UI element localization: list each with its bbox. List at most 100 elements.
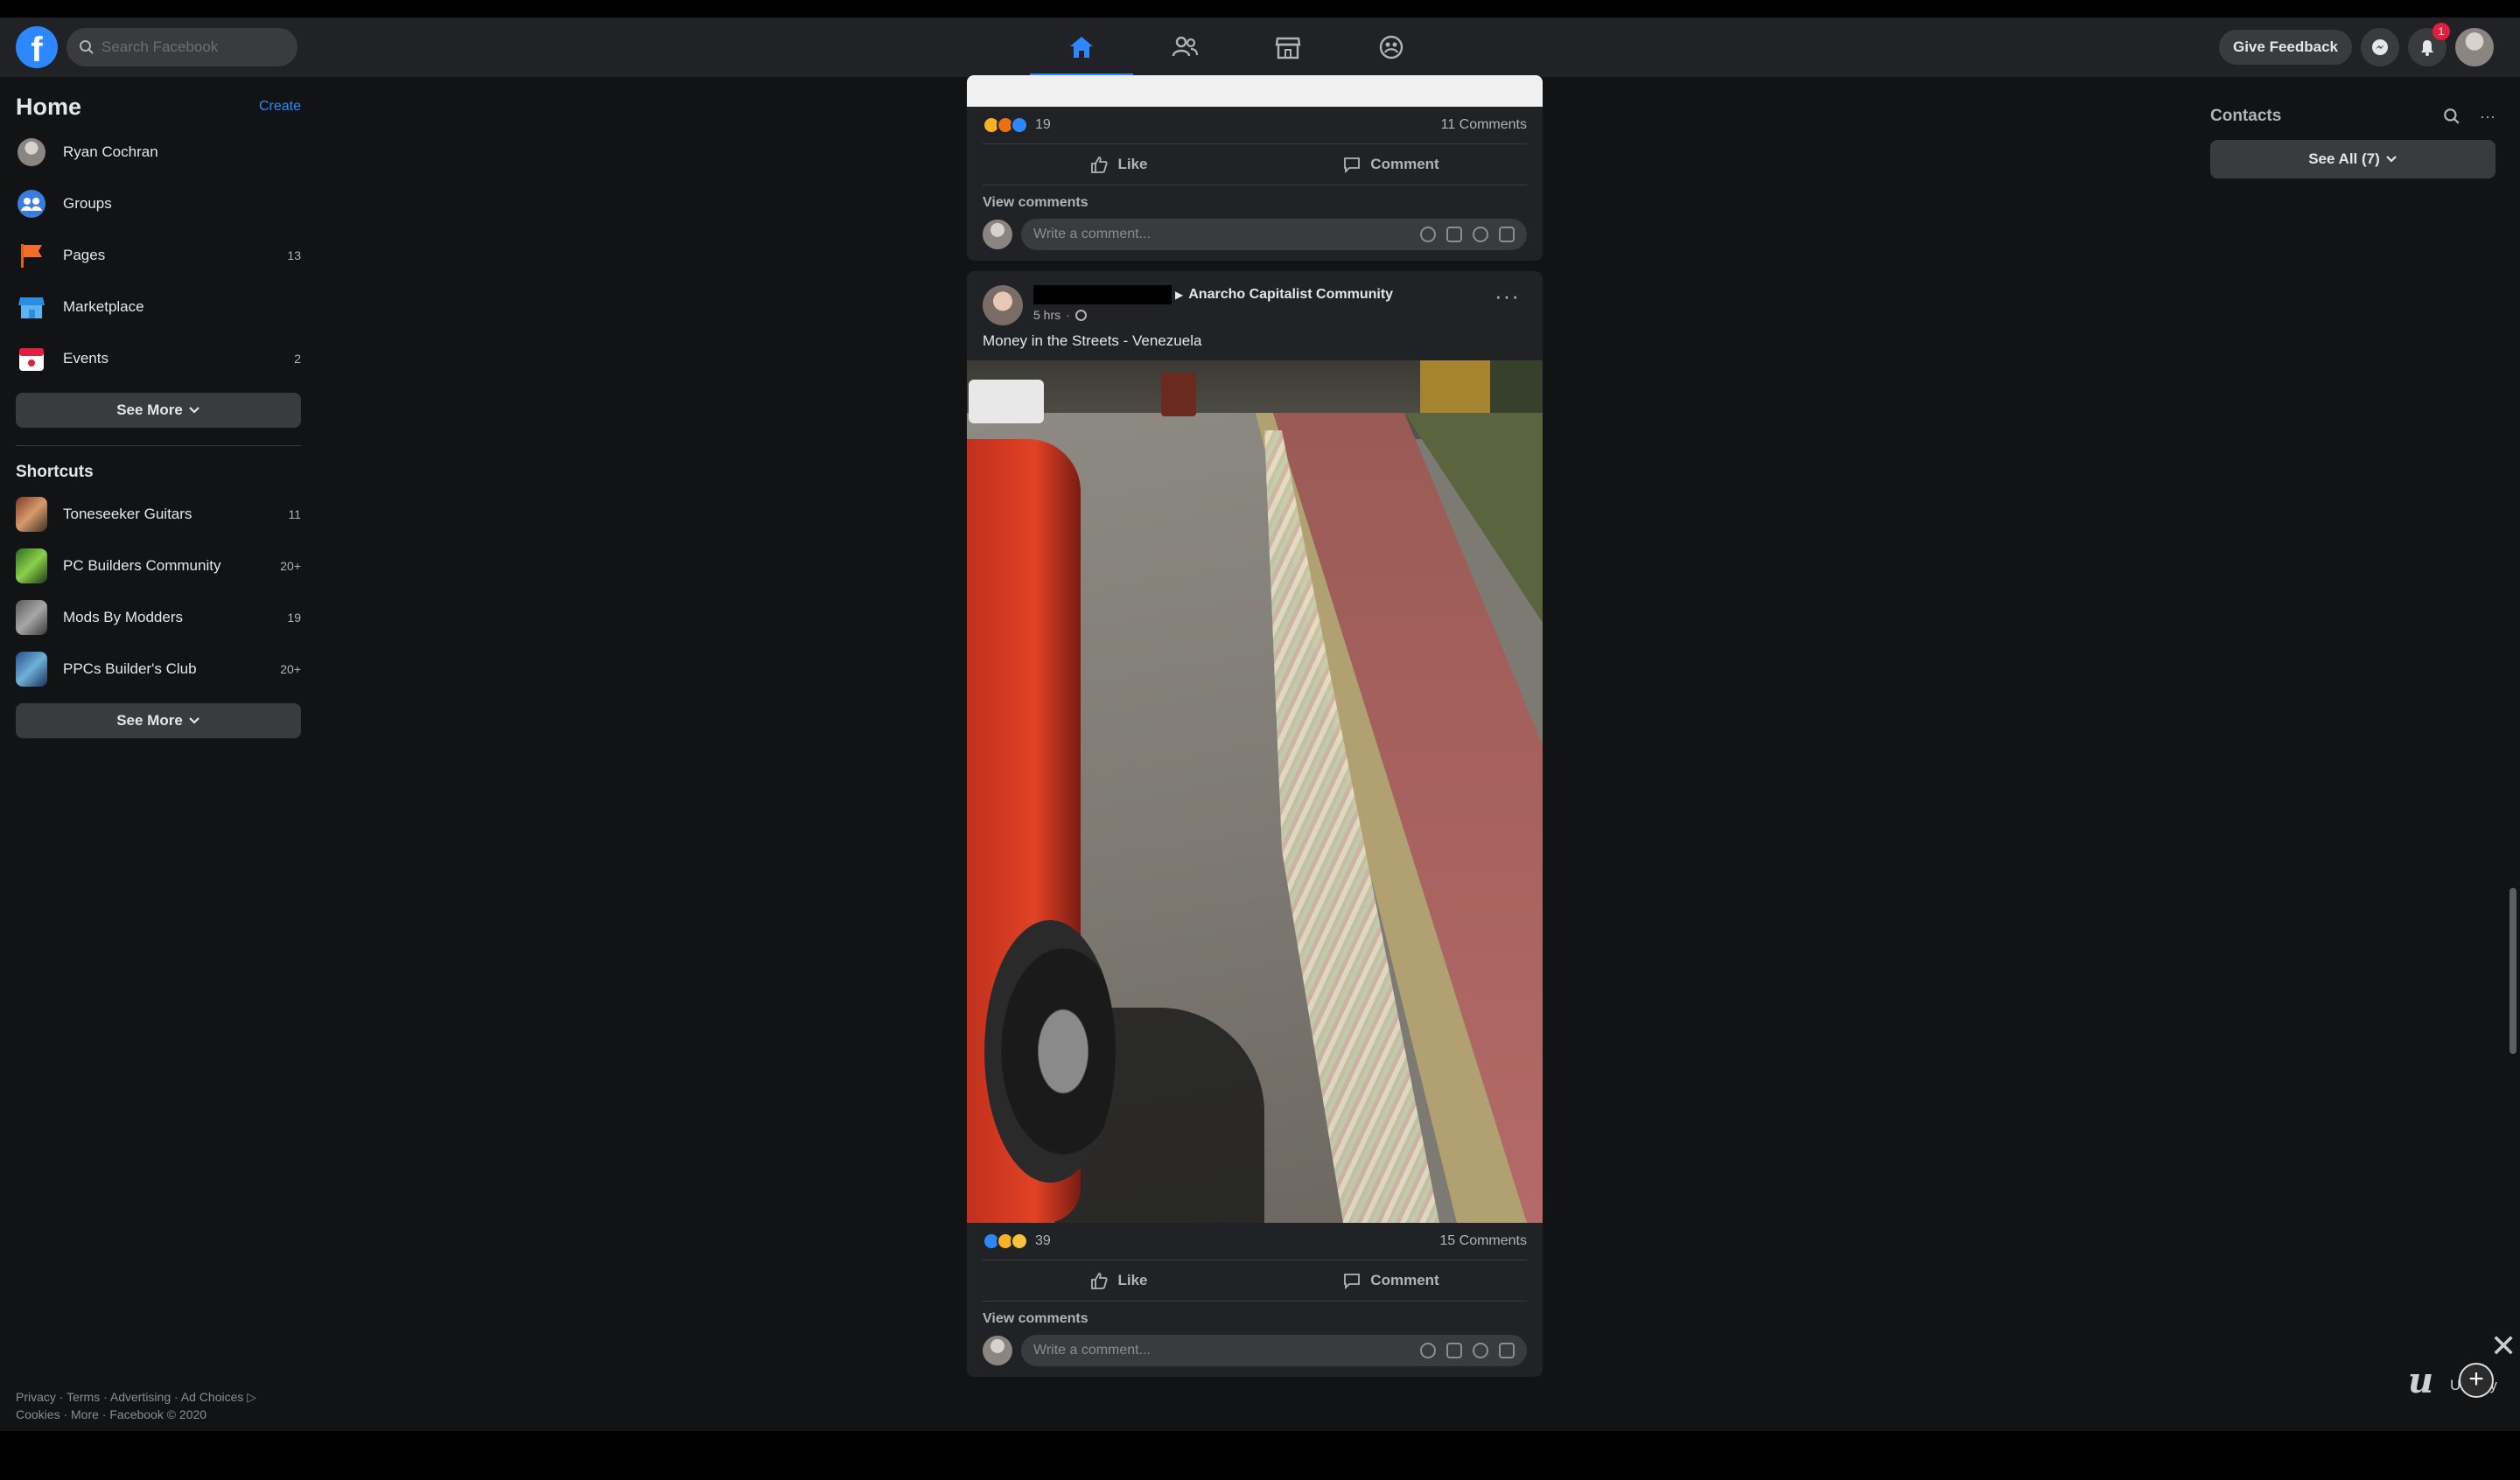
author-avatar[interactable] [983,285,1023,325]
search-icon[interactable] [2443,108,2460,125]
post-meta: ▶ Anarcho Capitalist Community 5 hrs · [1033,285,1527,322]
gif-icon[interactable] [1473,1343,1488,1358]
sidebar-item-label: Pages [63,246,106,263]
marketplace-icon [1275,37,1301,59]
camera-icon[interactable] [1446,1343,1462,1358]
storefront-icon [16,291,47,323]
tab-groups[interactable] [1340,17,1443,77]
sidebar-item-pages[interactable]: Pages 13 [16,229,301,281]
view-comments-link[interactable]: View comments [967,1302,1543,1335]
dot-separator: · [1066,308,1070,322]
close-overlay-icon[interactable]: ✕ [2490,1328,2516,1365]
notifications-button[interactable]: 1 [2408,23,2450,66]
camera-icon[interactable] [1446,227,1462,242]
post-actions: Like Comment [983,143,1527,185]
main-nav-tabs [1030,17,1443,77]
footer-links-2[interactable]: Cookies · More · Facebook © 2020 [16,1407,304,1423]
reaction-count: 19 [1035,117,1051,132]
shortcut-item[interactable]: PPCs Builder's Club 20+ [16,643,301,695]
shortcut-label: Mods By Modders [63,608,183,625]
tab-home[interactable] [1030,17,1133,77]
more-options-icon[interactable]: ··· [1494,284,1520,307]
account-avatar[interactable] [2455,28,2494,66]
groups-tab-icon [1379,35,1404,59]
more-options-icon[interactable]: ··· [2480,108,2496,126]
emoji-icon[interactable] [1420,227,1436,242]
search-box[interactable] [66,28,298,66]
emoji-icon[interactable] [1420,1343,1436,1358]
flag-icon [16,240,47,271]
thumbs-up-icon [1091,1273,1109,1289]
shortcut-item[interactable]: Mods By Modders 19 [16,591,301,643]
thumbs-up-icon [1091,157,1109,173]
groups-icon [16,188,47,220]
sidebar-item-events[interactable]: Events 2 [16,332,301,384]
post-card: ▶ Anarcho Capitalist Community 5 hrs · ·… [967,271,1543,1377]
photo-vehicle [1161,373,1196,416]
shortcut-thumbnail [16,599,47,635]
see-more-shortcuts-button[interactable]: See More [16,703,301,738]
shortcut-count: 19 [287,610,301,625]
contacts-header: Contacts ··· [2210,101,2496,131]
create-link[interactable]: Create [259,99,301,115]
udemy-logo: u [2408,1360,2434,1401]
sidebar-item-marketplace[interactable]: Marketplace [16,281,301,332]
sticker-icon[interactable] [1499,1343,1515,1358]
comment-box[interactable] [1021,1335,1527,1366]
post-image[interactable] [967,75,1543,107]
chevron-down-icon [189,407,200,414]
like-button[interactable]: Like [983,1260,1255,1301]
comment-box[interactable] [1021,219,1527,250]
sidebar-item-groups[interactable]: Groups [16,178,301,229]
view-comments-link[interactable]: View comments [967,185,1543,219]
tab-friends[interactable] [1133,17,1236,77]
shortcut-count: 20+ [280,558,301,573]
comment-tools [1420,227,1515,242]
search-input[interactable] [102,38,285,56]
like-button[interactable]: Like [983,144,1255,185]
comment-count[interactable]: 11 Comments [1441,117,1527,133]
sidebar-item-count: 2 [294,351,301,366]
reaction-summary[interactable]: 19 [983,116,1051,134]
shortcuts-title: Shortcuts [16,463,94,481]
comment-input[interactable] [1033,1343,1420,1358]
comment-icon [1344,157,1361,174]
post-photo[interactable] [967,360,1543,1223]
comment-button[interactable]: Comment [1255,144,1527,185]
messenger-icon [2372,39,2388,55]
reaction-count: 39 [1035,1233,1051,1248]
shortcut-label: PC Builders Community [63,556,221,574]
comment-count[interactable]: 15 Comments [1439,1233,1527,1249]
give-feedback-button[interactable]: Give Feedback [2218,30,2352,65]
see-more-button[interactable]: See More [16,393,301,428]
plus-overlay-button[interactable]: + [2459,1363,2494,1398]
sticker-icon[interactable] [1499,227,1515,242]
home-icon [1070,37,1093,58]
reaction-summary[interactable]: 39 [983,1232,1051,1250]
gif-icon[interactable] [1473,227,1488,242]
shortcut-item[interactable]: Toneseeker Guitars 11 [16,488,301,540]
post-card: 19 11 Comments Like Comment View comment… [967,75,1543,261]
news-feed: 19 11 Comments Like Comment View comment… [967,75,1543,1387]
wow-reaction-icon [1011,1232,1028,1250]
calendar-icon [16,343,47,374]
post-time[interactable]: 5 hrs · [1033,308,1527,322]
shortcut-item[interactable]: PC Builders Community 20+ [16,540,301,591]
tab-marketplace[interactable] [1236,17,1340,77]
footer-links[interactable]: Privacy · Terms · Advertising · Ad Choic… [16,1389,304,1406]
messenger-button[interactable] [2361,28,2399,66]
group-name[interactable]: Anarcho Capitalist Community [1188,287,1393,303]
globe-icon [1074,309,1087,321]
write-comment-row [967,1335,1543,1377]
see-all-contacts-button[interactable]: See All (7) [2210,140,2496,178]
search-icon [80,40,94,54]
sidebar-item-profile[interactable]: Ryan Cochran [16,126,301,178]
page-scrollbar[interactable] [2510,888,2516,1054]
comment-button[interactable]: Comment [1255,1260,1527,1301]
user-avatar [16,136,47,168]
sidebar-title: Home [16,93,82,120]
comment-input[interactable] [1033,227,1420,242]
shortcut-label: PPCs Builder's Club [63,660,197,677]
top-navigation-bar: f Give Feedback [0,17,2520,77]
facebook-logo-icon[interactable]: f [16,26,58,68]
